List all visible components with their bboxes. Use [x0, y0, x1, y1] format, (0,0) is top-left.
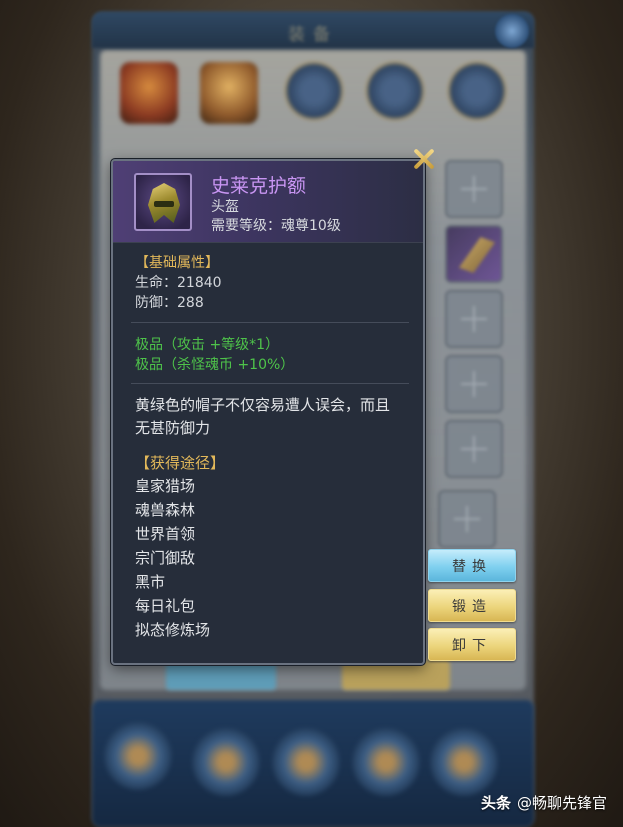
- weapon-icon: [459, 237, 495, 273]
- item-requirement: 需要等级：魂尊10级: [211, 218, 341, 234]
- source-item: 宗门御敌: [135, 549, 196, 567]
- equip-slot-empty[interactable]: [438, 490, 496, 548]
- item-type: 头盔: [211, 199, 239, 215]
- watermark-brand: 头条: [480, 794, 511, 812]
- description-line: 无甚防御力: [135, 419, 211, 437]
- section-title: 【获得途径】: [135, 454, 226, 472]
- character-avatar-2[interactable]: [200, 62, 258, 124]
- locked-slot-orb-icon[interactable]: [366, 62, 424, 120]
- bonus-line: 极品（攻击 +等级*1）: [135, 337, 280, 353]
- bonus-line: 极品（杀怪魂币 +10%）: [135, 357, 295, 373]
- helmet-visor: [154, 201, 174, 207]
- divider: [131, 383, 409, 384]
- panel-title: 装备: [288, 25, 338, 45]
- nav-ring-icon[interactable]: [352, 728, 420, 796]
- divider: [131, 322, 409, 323]
- equip-slot-empty[interactable]: [445, 290, 503, 348]
- equip-slot-empty[interactable]: [445, 420, 503, 478]
- source-section: 【获得途径】 皇家猎场 魂兽森林 世界首领 宗门御敌 黑市 每日礼包 拟态修炼场: [135, 452, 225, 642]
- equip-slot-empty[interactable]: [445, 160, 503, 218]
- watermark: 头条 @畅聊先锋官: [481, 792, 607, 813]
- panel-close-orb-icon[interactable]: [495, 14, 529, 48]
- nav-hero-icon[interactable]: [192, 728, 260, 796]
- watermark-account: @畅聊先锋官: [516, 794, 607, 812]
- panel-title-bar: 装备: [92, 12, 534, 48]
- nav-back-icon[interactable]: [104, 722, 172, 790]
- item-tooltip: 史莱克护额 头盔 需要等级：魂尊10级 【基础属性】 生命：21840 防御：2…: [111, 159, 425, 665]
- forge-button[interactable]: 锻造: [428, 589, 516, 622]
- character-avatar-1[interactable]: [120, 62, 178, 124]
- tooltip-header: 史莱克护额 头盔 需要等级：魂尊10级: [113, 161, 423, 243]
- source-item: 皇家猎场: [135, 477, 196, 495]
- nav-bone-icon[interactable]: [430, 728, 498, 796]
- source-item: 拟态修炼场: [135, 621, 211, 639]
- unequip-button[interactable]: 卸下: [428, 628, 516, 661]
- source-item: 每日礼包: [135, 597, 196, 615]
- equip-slot-weapon[interactable]: [445, 225, 503, 283]
- locked-slot-orb-icon[interactable]: [285, 62, 343, 120]
- source-item: 魂兽森林: [135, 501, 196, 519]
- equip-slot-empty[interactable]: [445, 355, 503, 413]
- description-line: 黄绿色的帽子不仅容易遭人误会，而且: [135, 396, 391, 414]
- stat-hp: 生命：21840: [135, 275, 222, 291]
- item-name: 史莱克护额: [211, 175, 307, 197]
- section-title: 【基础属性】: [135, 255, 219, 271]
- close-icon[interactable]: [411, 146, 437, 172]
- source-item: 世界首领: [135, 525, 196, 543]
- helmet-icon: [134, 173, 192, 231]
- replace-button[interactable]: 替换: [428, 549, 516, 582]
- source-item: 黑市: [135, 573, 166, 591]
- bonus-section: 极品（攻击 +等级*1） 极品（杀怪魂币 +10%）: [135, 335, 294, 375]
- base-stats-section: 【基础属性】 生命：21840 防御：288: [135, 253, 222, 313]
- description-section: 黄绿色的帽子不仅容易遭人误会，而且 无甚防御力: [135, 394, 390, 440]
- locked-slot-orb-icon[interactable]: [448, 62, 506, 120]
- nav-soul-icon[interactable]: [272, 728, 340, 796]
- stat-defense: 防御：288: [135, 295, 204, 311]
